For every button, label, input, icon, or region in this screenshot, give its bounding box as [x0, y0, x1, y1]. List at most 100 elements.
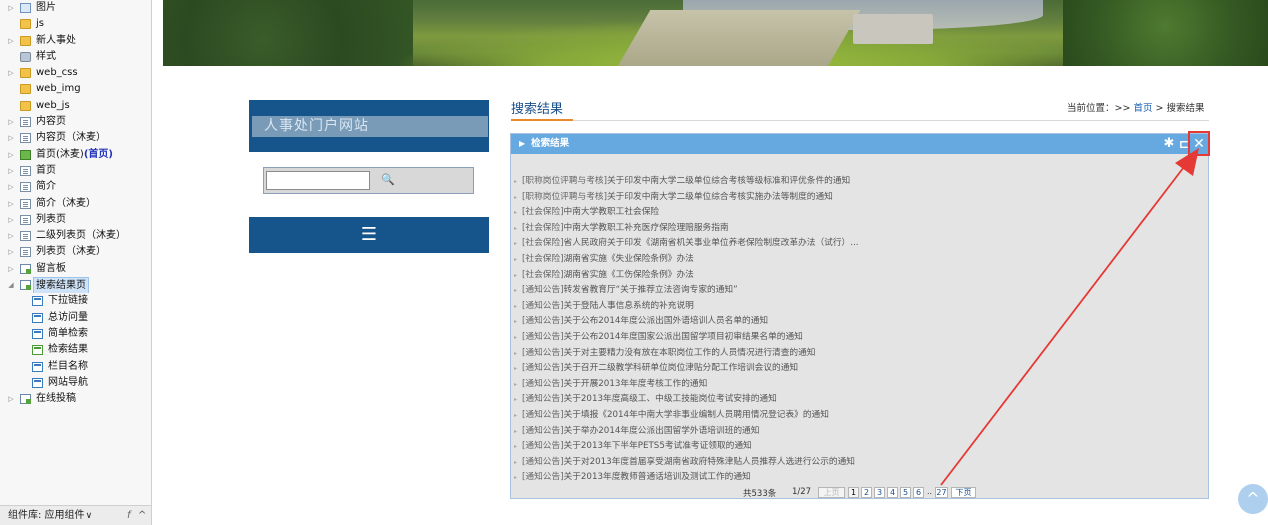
- result-item[interactable]: ▸ [通知公告]关于开展2013年年度考核工作的通知: [514, 377, 1204, 393]
- expand-toggle-icon[interactable]: ▷: [7, 228, 15, 244]
- page-button[interactable]: 6: [913, 487, 924, 498]
- page-button[interactable]: 2: [861, 487, 872, 498]
- result-item[interactable]: ▸ [通知公告]关于2013年度高级工、中级工技能岗位考试安排的通知: [514, 392, 1204, 408]
- result-title-link[interactable]: 关于对2013年度首届享受湖南省政府特殊津贴人员推荐人选进行公示的通知: [564, 457, 855, 467]
- component-library-bar[interactable]: 组件库: 应用组件∨ f ^: [0, 505, 151, 525]
- result-item[interactable]: ▸ [通知公告]关于举办2014年度公派出国留学外语培训班的通知: [514, 424, 1204, 440]
- expand-toggle-icon[interactable]: ▷: [7, 212, 15, 228]
- result-title-link[interactable]: 关于2013年下半年PETS5考试准考证领取的通知: [564, 441, 752, 451]
- result-item[interactable]: ▸ [通知公告]关于2013年度教师普通话培训及测试工作的通知: [514, 470, 1204, 486]
- expand-toggle-icon[interactable]: ▷: [7, 391, 15, 407]
- result-item[interactable]: ▸ [职称岗位评聘与考核]关于印发中南大学二级单位综合考核等级标准和评优条件的通知: [514, 174, 1204, 190]
- result-item[interactable]: ▸ [通知公告]关于公布2014年度公派出国外语培训人员名单的通知: [514, 314, 1204, 330]
- tree-item[interactable]: ▷ 列表页（沐麦）: [0, 244, 151, 260]
- tree-item[interactable]: ▷ web_css: [0, 65, 151, 81]
- result-title-link[interactable]: 关于2013年度高级工、中级工技能岗位考试安排的通知: [564, 394, 777, 404]
- tree-item[interactable]: 网站导航: [0, 375, 151, 391]
- expand-toggle-icon[interactable]: ▷: [7, 0, 15, 16]
- result-item[interactable]: ▸ [社会保险]中南大学教职工补充医疗保险理赔服务指南: [514, 221, 1204, 237]
- search-input[interactable]: [266, 171, 370, 190]
- result-title-link[interactable]: 关于登陆人事信息系统的补充说明: [564, 301, 694, 311]
- chevron-up-icon[interactable]: ^: [138, 506, 146, 525]
- expand-toggle-icon[interactable]: ▷: [7, 130, 15, 146]
- tree-item[interactable]: ▷ 二级列表页（沐麦）: [0, 228, 151, 244]
- result-item[interactable]: ▸ [通知公告]关于召开二级教学科研单位岗位津贴分配工作培训会议的通知: [514, 361, 1204, 377]
- tree-item[interactable]: ▷ 新人事处: [0, 33, 151, 49]
- result-item[interactable]: ▸ [通知公告]关于2013年下半年PETS5考试准考证领取的通知: [514, 439, 1204, 455]
- result-item[interactable]: ▸ [社会保险]省人民政府关于印发《湖南省机关事业单位养老保险制度改革办法（试行）…: [514, 236, 1204, 252]
- result-item[interactable]: ▸ [通知公告]转发省教育厅“关于推荐立法咨询专家的通知”: [514, 283, 1204, 299]
- tree-item[interactable]: ▷ 图片: [0, 0, 151, 16]
- expand-toggle-icon[interactable]: ▷: [7, 179, 15, 195]
- page-button[interactable]: 4: [887, 487, 898, 498]
- page-icon: [20, 133, 31, 144]
- next-page-button[interactable]: 下页: [951, 487, 976, 498]
- tree-item[interactable]: web_js: [0, 98, 151, 114]
- result-title-link[interactable]: 关于召开二级教学科研单位岗位津贴分配工作培训会议的通知: [564, 363, 799, 373]
- result-title-link[interactable]: 省人民政府关于印发《湖南省机关事业单位养老保险制度改革办法（试行）...: [564, 238, 859, 248]
- tree-item[interactable]: 栏目名称: [0, 359, 151, 375]
- result-title-link[interactable]: 关于印发中南大学二级单位综合考核等级标准和评优条件的通知: [607, 176, 850, 186]
- scroll-to-top-button[interactable]: ^: [1238, 484, 1268, 514]
- result-item[interactable]: ▸ [职称岗位评聘与考核]关于印发中南大学二级单位综合考核实施办法等制度的通知: [514, 190, 1204, 206]
- expand-toggle-icon[interactable]: ▷: [7, 65, 15, 81]
- tree-item[interactable]: 样式: [0, 49, 151, 65]
- expand-toggle-icon[interactable]: ▷: [7, 244, 15, 260]
- result-item[interactable]: ▸ [通知公告]关于对主要精力没有放在本职岗位工作的人员情况进行清查的通知: [514, 346, 1204, 362]
- tree-item[interactable]: ▷ 首页: [0, 163, 151, 179]
- page-button-last[interactable]: 27: [935, 487, 948, 498]
- result-title-link[interactable]: 关于印发中南大学二级单位综合考核实施办法等制度的通知: [607, 192, 833, 202]
- tree-item[interactable]: ▷ 简介: [0, 179, 151, 195]
- result-item[interactable]: ▸ [通知公告]关于公布2014年度国家公派出国留学项目初审结果名单的通知: [514, 330, 1204, 346]
- result-item[interactable]: ▸ [通知公告]关于对2013年度首届享受湖南省政府特殊津贴人员推荐人选进行公示的…: [514, 455, 1204, 471]
- expand-toggle-icon[interactable]: ▷: [7, 147, 15, 163]
- result-title-link[interactable]: 湖南省实施《失业保险条例》办法: [564, 254, 694, 264]
- page-button[interactable]: 3: [874, 487, 885, 498]
- function-icon[interactable]: f: [127, 506, 131, 525]
- result-title-link[interactable]: 关于公布2014年度公派出国外语培训人员名单的通知: [564, 316, 769, 326]
- tree-item[interactable]: 检索结果: [0, 342, 151, 358]
- expand-toggle-icon[interactable]: ▷: [7, 196, 15, 212]
- page-button[interactable]: 1: [848, 487, 859, 498]
- result-item[interactable]: ▸ [社会保险]湖南省实施《失业保险条例》办法: [514, 252, 1204, 268]
- tree-item[interactable]: js: [0, 16, 151, 32]
- result-title-link[interactable]: 关于公布2014年度国家公派出国留学项目初审结果名单的通知: [564, 332, 803, 342]
- result-title-link[interactable]: 关于填报《2014年中南大学非事业编制人员聘用情况登记表》的通知: [564, 410, 829, 420]
- result-title-link[interactable]: 湖南省实施《工伤保险条例》办法: [564, 270, 694, 280]
- result-item[interactable]: ▸ [社会保险]湖南省实施《工伤保险条例》办法: [514, 268, 1204, 284]
- expand-toggle-icon[interactable]: ◢: [7, 277, 15, 293]
- result-title-link[interactable]: 关于举办2014年度公派出国留学外语培训班的通知: [564, 426, 760, 436]
- result-title-link[interactable]: 转发省教育厅“关于推荐立法咨询专家的通知”: [564, 285, 738, 295]
- tree-item[interactable]: ▷ 在线投稿: [0, 391, 151, 407]
- result-title-link[interactable]: 关于对主要精力没有放在本职岗位工作的人员情况进行清查的通知: [564, 348, 816, 358]
- breadcrumb-home-link[interactable]: 首页: [1133, 103, 1152, 114]
- result-title-link[interactable]: 关于2013年度教师普通话培训及测试工作的通知: [564, 472, 751, 482]
- tree-item[interactable]: 简单检索: [0, 326, 151, 342]
- hamburger-menu-icon[interactable]: ☰: [249, 217, 489, 253]
- result-title-link[interactable]: 中南大学教职工社会保险: [564, 207, 660, 217]
- tree-item[interactable]: ▷ 内容页: [0, 114, 151, 130]
- expand-toggle-icon[interactable]: ▷: [7, 33, 15, 49]
- tree-item[interactable]: 下拉链接: [0, 293, 151, 309]
- expand-toggle-icon[interactable]: ▷: [7, 114, 15, 130]
- page-button[interactable]: 5: [900, 487, 911, 498]
- result-item[interactable]: ▸ [通知公告]关于填报《2014年中南大学非事业编制人员聘用情况登记表》的通知: [514, 408, 1204, 424]
- chevron-down-icon[interactable]: ∨: [86, 511, 93, 521]
- tree-item[interactable]: ▷ 列表页: [0, 212, 151, 228]
- tree-item[interactable]: ▷ 内容页（沐麦）: [0, 130, 151, 146]
- prev-page-button[interactable]: 上页: [818, 487, 845, 498]
- tree-item[interactable]: ▷ 首页(沐麦)(首页): [0, 147, 151, 163]
- search-icon[interactable]: 🔍: [380, 172, 396, 188]
- expand-toggle-icon[interactable]: ▷: [7, 163, 15, 179]
- expand-toggle-icon[interactable]: ▷: [7, 261, 15, 277]
- tree-item[interactable]: ▷ 留言板: [0, 261, 151, 277]
- settings-icon[interactable]: ✱: [1162, 135, 1176, 153]
- tree-item[interactable]: 总访问量: [0, 310, 151, 326]
- result-title-link[interactable]: 中南大学教职工补充医疗保险理赔服务指南: [564, 223, 729, 233]
- result-item[interactable]: ▸ [社会保险]中南大学教职工社会保险: [514, 205, 1204, 221]
- tree-item[interactable]: web_img: [0, 81, 151, 97]
- tree-item[interactable]: ▷ 简介（沐麦）: [0, 196, 151, 212]
- result-title-link[interactable]: 关于开展2013年年度考核工作的通知: [564, 379, 708, 389]
- tree-item[interactable]: ◢ 搜索结果页: [0, 277, 151, 294]
- result-item[interactable]: ▸ [通知公告]关于登陆人事信息系统的补充说明: [514, 299, 1204, 315]
